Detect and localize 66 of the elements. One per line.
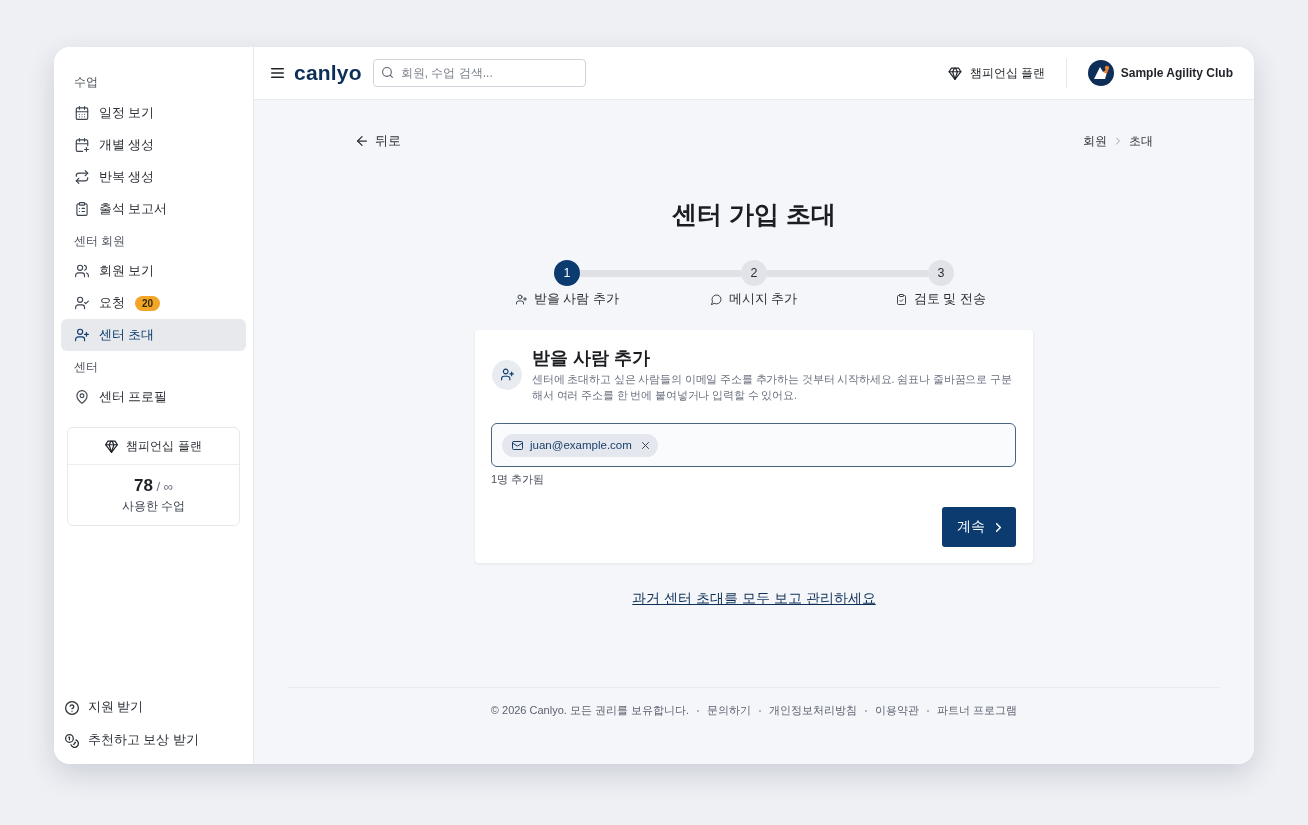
sidebar-link[interactable]: 추천하고 보상 받기 bbox=[61, 724, 199, 757]
map-pin-icon bbox=[75, 390, 89, 404]
breadcrumb-link[interactable]: 회원 bbox=[1083, 133, 1107, 149]
clipboard-list-icon bbox=[75, 202, 89, 216]
help-icon bbox=[65, 700, 79, 715]
club-name[interactable]: Sample Agility Club bbox=[1120, 66, 1233, 80]
step-label: 메시지 추가 bbox=[728, 290, 798, 308]
usage-caption: 사용한 수업 bbox=[121, 499, 186, 514]
calendar-plus-icon bbox=[75, 138, 89, 152]
user-check-icon bbox=[75, 296, 89, 310]
email-address: juan@example.com bbox=[530, 439, 632, 451]
menu-icon[interactable] bbox=[271, 68, 284, 78]
search-icon bbox=[381, 67, 393, 78]
brand-logo[interactable]: canlyo bbox=[294, 61, 362, 85]
calendar-icon bbox=[75, 106, 89, 120]
user-plus-icon bbox=[515, 293, 527, 305]
footer-link[interactable]: 이용약관 bbox=[875, 703, 920, 718]
step-label: 검토 및 전송 bbox=[913, 290, 986, 308]
footer-link[interactable]: 개인정보처리방침 bbox=[769, 703, 858, 718]
count-badge: 20 bbox=[135, 295, 161, 311]
footer-link[interactable]: 파트너 프로그램 bbox=[937, 703, 1018, 718]
step-number: 1 bbox=[554, 260, 580, 286]
close-icon[interactable] bbox=[641, 441, 649, 449]
coins-icon bbox=[65, 733, 79, 748]
step-number: 2 bbox=[741, 260, 767, 286]
sidebar-item[interactable]: 회원 보기 bbox=[61, 255, 246, 287]
recipient-input-field[interactable]: juan@example.com bbox=[491, 423, 1016, 467]
breadcrumb-current: 초대 bbox=[1129, 133, 1153, 149]
diamond-icon bbox=[105, 439, 119, 453]
plan-button[interactable]: 챔피언십 플랜 bbox=[947, 65, 1045, 81]
sidebar-item[interactable]: 요청 20 bbox=[61, 287, 246, 319]
footer-link[interactable]: 문의하기 bbox=[707, 703, 752, 718]
mail-icon bbox=[512, 440, 523, 450]
sidebar-section-heading: 센터 회원 bbox=[73, 234, 126, 249]
sidebar-item[interactable]: 개별 생성 bbox=[61, 129, 246, 161]
user-plus-icon bbox=[75, 328, 89, 342]
sidebar-item[interactable]: 출석 보고서 bbox=[61, 193, 246, 225]
chevron-right-icon bbox=[1116, 137, 1120, 145]
users-icon bbox=[75, 264, 89, 278]
chevron-right-icon bbox=[996, 522, 1001, 532]
club-logo-icon[interactable] bbox=[1087, 60, 1114, 86]
card-description: 센터에 초대하고 싶은 사람들의 이메일 주소를 추가하는 것부터 시작하세요. 쉼표나 줄바꿈으로 구분해서 여러 주소를 한 번에 붙여넣거나 입력할 수 있어요. bbox=[532, 372, 1013, 403]
continue-button[interactable]: 계속 bbox=[942, 507, 1016, 547]
sidebar-item[interactable]: 반복 생성 bbox=[61, 161, 246, 193]
back-link[interactable]: 뒤로 bbox=[357, 132, 401, 150]
past-invitations-link[interactable]: 과거 센터 초대를 모두 보고 관리하세요 bbox=[632, 590, 876, 606]
step-number: 3 bbox=[928, 260, 954, 286]
sidebar-item[interactable]: 일정 보기 bbox=[61, 97, 246, 129]
plan-name: 챔피언십 플랜 bbox=[126, 438, 202, 454]
usage-count: 78 / ∞ bbox=[134, 476, 173, 497]
diamond-icon bbox=[947, 66, 962, 80]
sidebar-item[interactable]: 센터 프로필 bbox=[61, 381, 246, 413]
repeat-icon bbox=[75, 170, 89, 184]
search-field[interactable]: 회원, 수업 검색... bbox=[372, 59, 586, 87]
page-title: 센터 가입 초대 bbox=[672, 199, 836, 230]
recipient-count: 1명 추가됨 bbox=[491, 472, 545, 486]
sidebar-section-heading: 수업 bbox=[73, 75, 98, 90]
copyright-text: © 2026 Canlyo. 모든 권리를 보유합니다. bbox=[490, 703, 690, 718]
chat-bubble-icon bbox=[710, 293, 722, 305]
sidebar-link[interactable]: 지원 받기 bbox=[61, 691, 144, 724]
card-title: 받을 사람 추가 bbox=[532, 347, 651, 370]
user-plus-icon bbox=[492, 359, 522, 390]
sidebar-section-heading: 센터 bbox=[73, 360, 98, 375]
step-label: 받을 사람 추가 bbox=[533, 290, 619, 308]
sidebar-item[interactable]: 센터 초대 bbox=[61, 319, 246, 351]
clipboard-check-icon bbox=[895, 293, 907, 305]
